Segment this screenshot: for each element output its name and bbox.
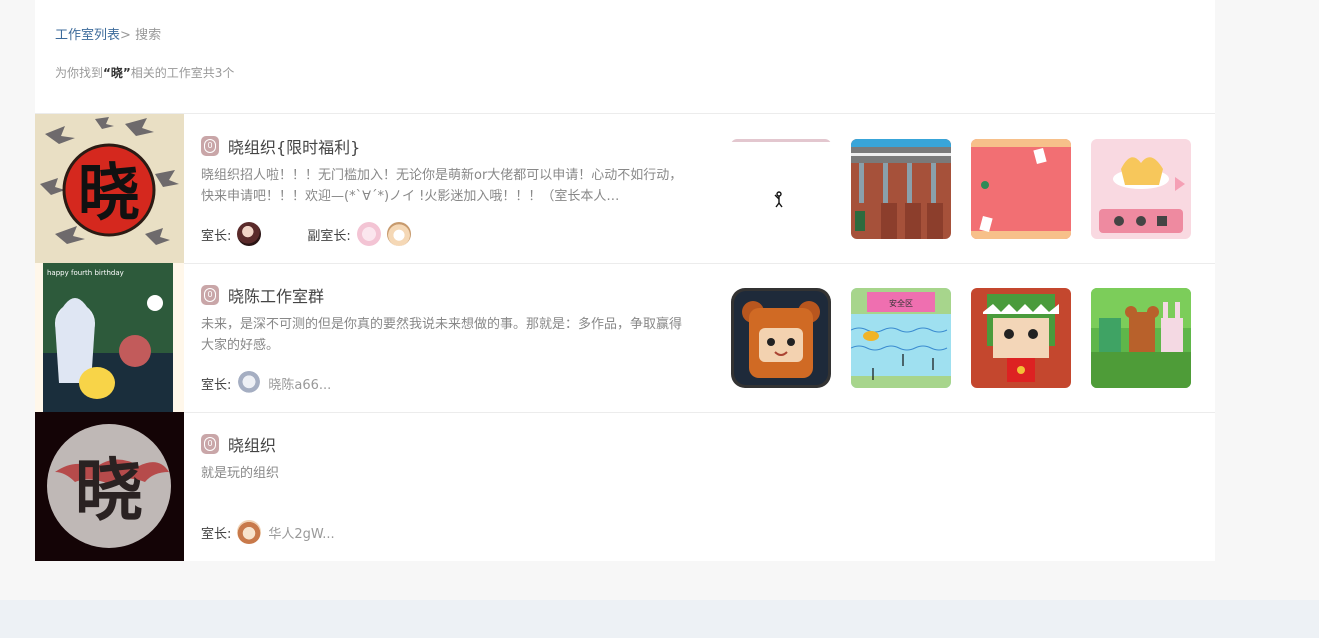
studio-title[interactable]: 0 晓陈工作室群 [201,283,324,307]
studio-title[interactable]: 0 晓组织 [201,432,276,456]
work-thumbnail[interactable] [731,288,831,388]
owner-avatar[interactable] [237,222,262,246]
studio-cover-image[interactable]: happy fourth birthday [35,263,184,412]
studio-title-text[interactable]: 晓陈工作室群 [228,283,324,307]
owner-label: 室长: [201,228,232,244]
studio-title-text[interactable]: 晓组织{限时福利} [228,134,360,158]
result-suffix: 相关的工作室共3个 [130,66,235,80]
breadcrumb-studio-list-link[interactable]: 工作室列表 [55,28,120,43]
work-thumbnail[interactable] [1091,139,1191,239]
level-badge-icon: 0 [201,285,219,305]
deputy-avatar[interactable] [356,222,381,246]
breadcrumb-current: 搜索 [135,28,162,43]
cover-char-text: 晓 [78,156,140,229]
search-header: 工作室列表> 搜索 为你找到“晓”相关的工作室共3个 [35,0,1215,114]
deputy-label: 副室长: [307,228,351,244]
level-badge-icon: 0 [201,434,219,454]
work-thumbnail[interactable] [851,139,951,239]
thumb-label-text: 安全区 [889,298,913,308]
studio-row[interactable]: happy fourth birthday 0 晓陈工作室群 未来，是深不可测的… [35,263,1215,413]
work-thumbnail[interactable] [971,139,1071,239]
work-thumbnail[interactable] [731,139,831,239]
result-summary: 为你找到“晓”相关的工作室共3个 [55,64,234,81]
owner-avatar[interactable] [237,520,262,544]
studio-works [731,139,1191,239]
studio-row[interactable]: 晓 0 晓组织{限时福利} 晓组织招人啦！！！无门槛加入！无论你是萌新or大佬都… [35,114,1215,264]
studio-search-panel: 工作室列表> 搜索 为你找到“晓”相关的工作室共3个 晓 0 晓组织{限时福利}… [35,0,1215,561]
studio-cover-image[interactable]: 晓 [35,114,184,263]
studio-leaders: 室长: 华人2gW... [201,519,335,545]
work-thumbnail[interactable]: 安全区 [851,288,951,388]
studio-info: 0 晓陈工作室群 未来，是深不可测的但是你真的要然我说未来想做的事。那就是：多作… [201,263,701,412]
studio-title-text[interactable]: 晓组织 [228,432,276,456]
result-prefix: 为你找到 [55,66,104,80]
studio-title[interactable]: 0 晓组织{限时福利} [201,134,360,158]
work-thumbnail[interactable] [971,288,1071,388]
studio-cover-image[interactable]: 晓 [35,412,184,561]
studio-info: 0 晓组织{限时福利} 晓组织招人啦！！！无门槛加入！无论你是萌新or大佬都可以… [201,114,701,263]
page-footer [0,600,1319,638]
breadcrumb: 工作室列表> 搜索 [55,24,161,43]
deputy-avatar[interactable] [386,222,411,246]
studio-description: 晓组织招人啦！！！无门槛加入！无论你是萌新or大佬都可以申请！心动不如行动，快来… [201,168,683,204]
breadcrumb-separator: > [120,28,131,43]
work-thumbnail[interactable] [1091,288,1191,388]
studio-works: 安全区 [731,288,1191,388]
owner-label: 室长: [201,377,232,393]
studio-info: 0 晓组织 就是玩的组织 室长: 华人2gW... [201,412,701,561]
owner-name[interactable]: 华人2gW... [268,523,334,542]
cover-char-text: 晓 [75,451,143,531]
level-badge-icon: 0 [201,136,219,156]
result-keyword: “晓” [103,66,131,80]
studio-description: 就是玩的组织 [201,466,280,481]
studio-leaders: 室长: 副室长: [201,221,411,247]
owner-label: 室长: [201,526,232,542]
owner-avatar[interactable] [237,371,262,395]
studio-leaders: 室长: 晓陈a66... [201,370,331,396]
cover-caption-text: happy fourth birthday [47,269,124,277]
owner-name[interactable]: 晓陈a66... [268,374,331,393]
studio-row[interactable]: 晓 0 晓组织 就是玩的组织 室长: 华人2gW... [35,412,1215,561]
studio-description: 未来，是深不可测的但是你真的要然我说未来想做的事。那就是：多作品，争取赢得大家的… [201,317,683,353]
